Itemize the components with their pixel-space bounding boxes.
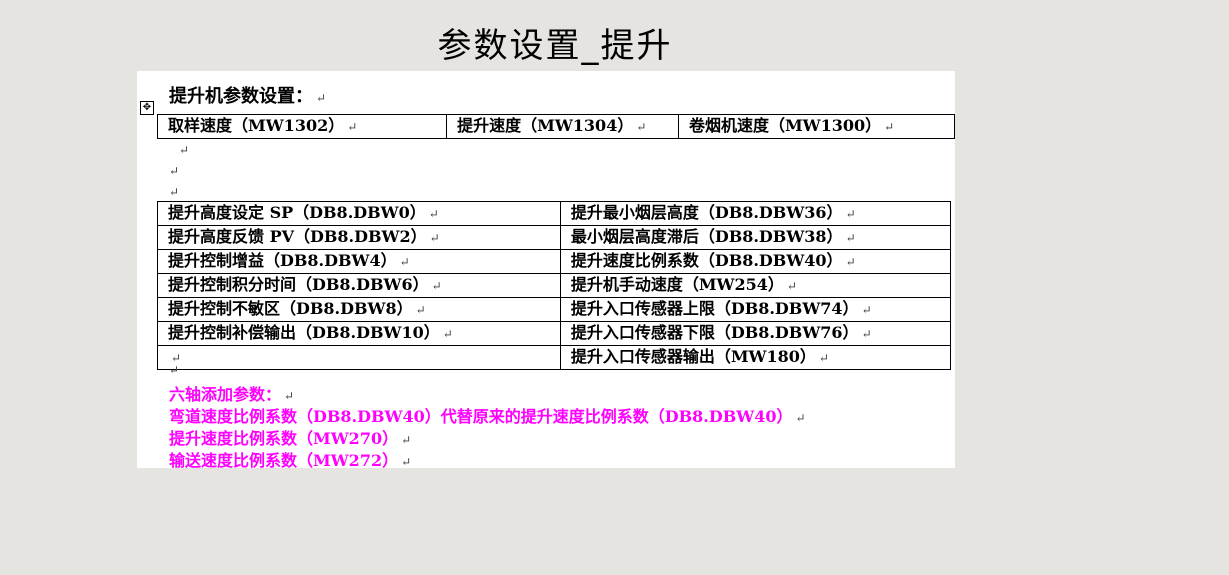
paragraph-mark-icon: ↵ (347, 120, 358, 134)
paragraph-mark-icon: ↵ (169, 164, 180, 178)
table-cell[interactable]: 提升高度反馈 PV（DB8.DBW2） ↵ (157, 225, 561, 250)
paragraph-mark-icon: ↵ (415, 303, 426, 317)
addition-text: 输送速度比例系数（MW272） (169, 451, 399, 468)
table-cell[interactable]: 取样速度（MW1302） ↵ (156, 114, 448, 139)
table-cell[interactable]: 提升控制补偿输出（DB8.DBW10） ↵ (157, 321, 561, 346)
cell-text: 提升控制积分时间（DB8.DBW6） (168, 275, 429, 294)
table-cell[interactable]: 提升入口传感器输出（MW180） ↵ (559, 345, 952, 370)
paragraph-mark-icon: ↵ (429, 231, 440, 245)
addition-line: 六轴添加参数： ↵ (169, 381, 294, 405)
cell-text: 提升高度设定 SP（DB8.DBW0） (168, 203, 426, 222)
cell-text: 提升高度反馈 PV（DB8.DBW2） (168, 227, 427, 246)
table-row: 提升控制增益（DB8.DBW4） ↵ 提升速度比例系数（DB8.DBW40） ↵ (157, 249, 952, 274)
table-cell[interactable]: 提升速度比例系数（DB8.DBW40） ↵ (559, 249, 952, 274)
table-cell[interactable]: 提升机手动速度（MW254） ↵ (559, 273, 952, 298)
table-row: 提升控制积分时间（DB8.DBW6） ↵ 提升机手动速度（MW254） ↵ (157, 273, 952, 298)
parameter-table: 提升高度设定 SP（DB8.DBW0） ↵ 提升最小烟层高度（DB8.DBW36） ↵… (157, 201, 952, 370)
paragraph-mark-icon: ↵ (861, 303, 872, 317)
cell-text: 提升入口传感器上限（DB8.DBW74） (570, 299, 859, 318)
table-row: 取样速度（MW1302） ↵ 提升速度（MW1304） ↵ 卷烟机速度（MW1300… (156, 114, 955, 139)
cell-text: 提升速度比例系数（DB8.DBW40） (570, 251, 843, 270)
paragraph-mark-icon: ↵ (442, 327, 453, 341)
table-row: ↵ 提升入口传感器输出（MW180） ↵ (157, 345, 952, 370)
paragraph-mark-icon: ↵ (795, 411, 806, 425)
paragraph-mark-icon: ↵ (845, 231, 856, 245)
paragraph-mark-icon: ↵ (818, 351, 829, 365)
paragraph-mark-icon: ↵ (169, 363, 180, 377)
paragraph-mark-icon: ↵ (179, 143, 190, 157)
table-row: 提升高度反馈 PV（DB8.DBW2） ↵ 最小烟层高度滞后（DB8.DBW38） ↵ (157, 225, 952, 250)
table-cell[interactable]: 提升控制不敏区（DB8.DBW8） ↵ (157, 297, 561, 322)
table-move-handle-icon[interactable]: ✥ (140, 101, 154, 115)
paragraph-mark-icon: ↵ (399, 255, 410, 269)
cell-text: 提升控制不敏区（DB8.DBW8） (168, 299, 413, 318)
cell-text: 取样速度（MW1302） (168, 116, 345, 135)
table-cell[interactable]: 提升控制积分时间（DB8.DBW6） ↵ (157, 273, 561, 298)
table-cell[interactable]: 提升高度设定 SP（DB8.DBW0） ↵ (157, 201, 561, 226)
table-cell[interactable]: 提升入口传感器下限（DB8.DBW76） ↵ (559, 321, 952, 346)
cell-text: 提升机手动速度（MW254） (570, 275, 784, 294)
paragraph-mark-icon: ↵ (786, 279, 797, 293)
cell-text: 提升控制补偿输出（DB8.DBW10） (168, 323, 440, 342)
table-cell[interactable]: 最小烟层高度滞后（DB8.DBW38） ↵ (559, 225, 952, 250)
cell-text: 卷烟机速度（MW1300） (688, 116, 882, 135)
table-cell[interactable]: ↵ (157, 345, 561, 370)
doc-heading: 提升机参数设置： ↵ (169, 82, 326, 108)
addition-line: 弯道速度比例系数（DB8.DBW40）代替原来的提升速度比例系数（DB8.DBW… (169, 403, 806, 427)
speed-table: 取样速度（MW1302） ↵ 提升速度（MW1304） ↵ 卷烟机速度（MW1300… (156, 114, 955, 139)
cell-text: 提升入口传感器输出（MW180） (570, 347, 816, 366)
table-cell[interactable]: 提升入口传感器上限（DB8.DBW74） ↵ (559, 297, 952, 322)
paragraph-mark-icon: ↵ (861, 327, 872, 341)
table-cell[interactable]: 提升最小烟层高度（DB8.DBW36） ↵ (559, 201, 952, 226)
paragraph-mark-icon: ↵ (169, 185, 180, 199)
cell-text: 提升入口传感器下限（DB8.DBW76） (570, 323, 859, 342)
paragraph-mark-icon: ↵ (284, 389, 295, 403)
cell-text: 提升控制增益（DB8.DBW4） (168, 251, 397, 270)
paragraph-mark-icon: ↵ (845, 255, 856, 269)
paragraph-mark-icon: ↵ (884, 120, 895, 134)
table-cell[interactable]: 卷烟机速度（MW1300） ↵ (677, 114, 955, 139)
table-cell[interactable]: 提升速度（MW1304） ↵ (446, 114, 679, 139)
addition-text: 弯道速度比例系数（DB8.DBW40）代替原来的提升速度比例系数（DB8.DBW… (169, 407, 793, 426)
paragraph-mark-icon: ↵ (845, 207, 856, 221)
document-page: ✥ 提升机参数设置： ↵ 取样速度（MW1302） ↵ 提升速度（MW1304） ↵ … (137, 71, 955, 468)
addition-line: 提升速度比例系数（MW270） ↵ (169, 425, 411, 449)
cell-text: 最小烟层高度滞后（DB8.DBW38） (570, 227, 843, 246)
cell-text: 提升速度（MW1304） (457, 116, 634, 135)
table-row: 提升控制补偿输出（DB8.DBW10） ↵ 提升入口传感器下限（DB8.DBW76）… (157, 321, 952, 346)
paragraph-mark-icon: ↵ (316, 91, 327, 105)
slide-title: 参数设置_提升 (437, 26, 673, 66)
table-row: 提升高度设定 SP（DB8.DBW0） ↵ 提升最小烟层高度（DB8.DBW36） ↵ (157, 201, 952, 226)
paragraph-mark-icon: ↵ (636, 120, 647, 134)
cell-text: 提升最小烟层高度（DB8.DBW36） (570, 203, 843, 222)
addition-text: 提升速度比例系数（MW270） (169, 429, 399, 448)
paragraph-mark-icon: ↵ (401, 433, 412, 447)
doc-heading-text: 提升机参数设置： (169, 86, 313, 107)
addition-line: 输送速度比例系数（MW272） ↵ (169, 447, 411, 468)
paragraph-mark-icon: ↵ (431, 279, 442, 293)
table-cell[interactable]: 提升控制增益（DB8.DBW4） ↵ (157, 249, 561, 274)
addition-text: 六轴添加参数： (169, 385, 282, 404)
paragraph-mark-icon: ↵ (401, 455, 412, 468)
table-row: 提升控制不敏区（DB8.DBW8） ↵ 提升入口传感器上限（DB8.DBW74） ↵ (157, 297, 952, 322)
paragraph-mark-icon: ↵ (428, 207, 439, 221)
